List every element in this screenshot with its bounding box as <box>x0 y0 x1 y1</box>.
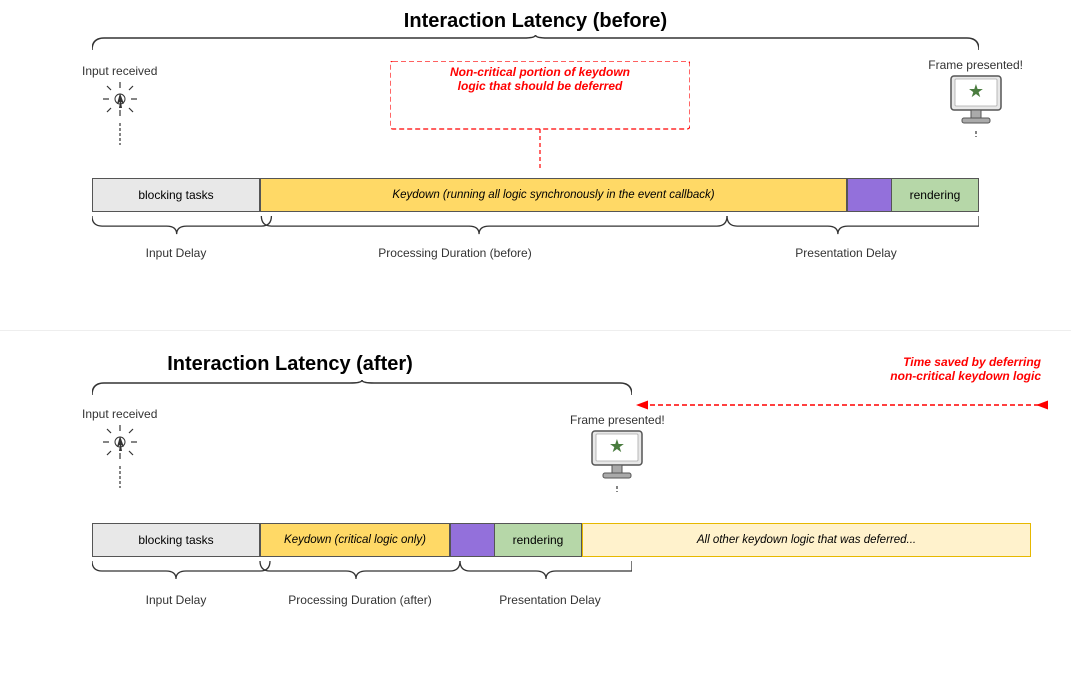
brace-labels-svg-top <box>92 212 979 272</box>
red-time-saved-line1: Time saved by deferring <box>890 355 1041 369</box>
red-time-saved: Time saved by deferring non-critical key… <box>890 355 1041 383</box>
bottom-brace-full <box>92 379 632 397</box>
input-received-bottom: Input received <box>82 407 157 488</box>
input-delay-label-top: Input Delay <box>92 246 260 260</box>
bar-blocking-bottom: blocking tasks <box>92 523 260 557</box>
cursor-burst-bottom <box>101 423 139 461</box>
top-brace-full <box>92 34 979 52</box>
dashed-line-top-frame <box>975 131 977 137</box>
bar-blocking-top: blocking tasks <box>92 178 260 212</box>
bar-deferred-bottom: All other keydown logic that was deferre… <box>582 523 1031 557</box>
timeline-row-bottom: blocking tasks Keydown (critical logic o… <box>92 523 1031 557</box>
monitor-top: ★ <box>947 74 1005 126</box>
svg-text:★: ★ <box>609 436 625 456</box>
presentation-delay-label-bottom: Presentation Delay <box>460 593 640 607</box>
processing-duration-label-bottom: Processing Duration (after) <box>260 593 460 607</box>
frame-presented-top: Frame presented! ★ <box>928 58 1023 137</box>
brace-labels-svg-bottom <box>92 557 632 617</box>
bar-rendering-top: rendering <box>847 178 979 212</box>
input-delay-label-bottom: Input Delay <box>92 593 260 607</box>
presentation-delay-label-top: Presentation Delay <box>720 246 972 260</box>
timeline-row-top: blocking tasks Keydown (running all logi… <box>92 178 979 212</box>
input-received-bottom-label: Input received <box>82 407 157 421</box>
red-dashed-arrow-bottom <box>632 395 1052 415</box>
input-received-top-label: Input received <box>82 64 157 78</box>
processing-duration-label-top: Processing Duration (before) <box>260 246 650 260</box>
top-title: Interaction Latency (before) <box>30 10 1041 33</box>
frame-presented-bottom: Frame presented! ★ <box>570 413 665 492</box>
dashed-line-bottom-frame <box>616 486 618 492</box>
monitor-bottom: ★ <box>588 429 646 481</box>
section-top: Interaction Latency (before) Input recei… <box>30 10 1041 320</box>
bottom-title: Interaction Latency (after) <box>30 353 550 376</box>
red-annotation-top: Non-critical portion of keydown logic th… <box>400 65 680 93</box>
bar-rendering-bottom: rendering <box>450 523 582 557</box>
dashed-line-bottom-input <box>119 466 121 488</box>
diagram-container: Interaction Latency (before) Input recei… <box>0 0 1071 690</box>
red-time-saved-line2: non-critical keydown logic <box>890 369 1041 383</box>
red-annotation-line2: logic that should be deferred <box>400 79 680 93</box>
input-received-top: Input received <box>82 64 157 145</box>
red-annotation-line1: Non-critical portion of keydown <box>400 65 680 79</box>
cursor-burst-top <box>101 80 139 118</box>
dashed-line-top-input <box>119 123 121 145</box>
section-bottom: Interaction Latency (after) Time saved b… <box>30 345 1041 675</box>
svg-text:★: ★ <box>968 81 984 101</box>
section-divider <box>0 330 1071 331</box>
frame-presented-top-label: Frame presented! <box>928 58 1023 72</box>
bar-keydown-top: Keydown (running all logic synchronously… <box>260 178 847 212</box>
frame-presented-bottom-label: Frame presented! <box>570 413 665 427</box>
bar-keydown-bottom: Keydown (critical logic only) <box>260 523 450 557</box>
